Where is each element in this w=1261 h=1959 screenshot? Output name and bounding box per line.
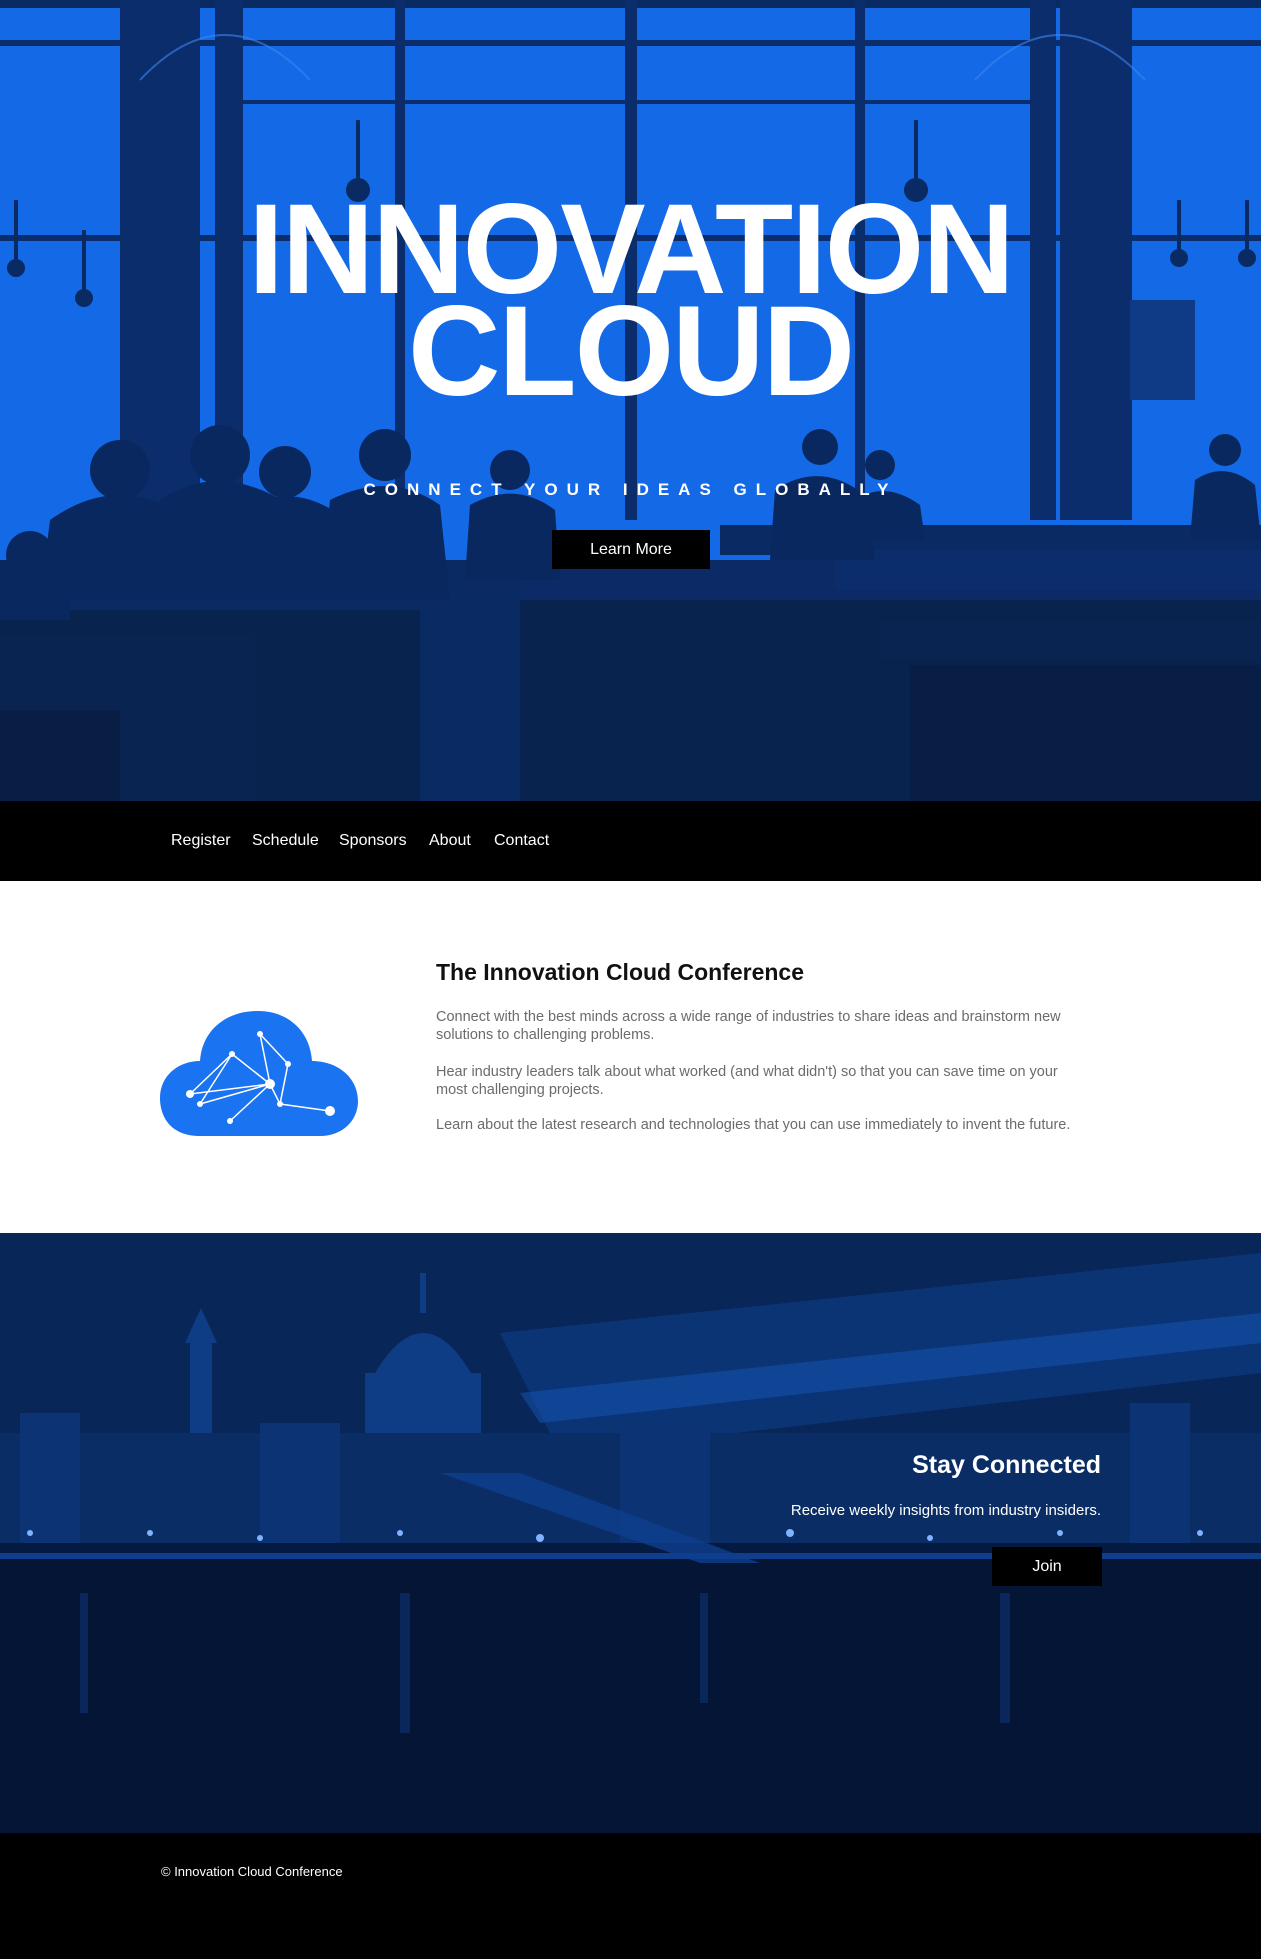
footer: © Innovation Cloud Conference xyxy=(0,1833,1261,1959)
stay-connected-subtext: Receive weekly insights from industry in… xyxy=(790,1502,1101,1519)
about-paragraph: Connect with the best minds across a wid… xyxy=(436,1009,1061,1043)
hero-section: INNOVATION CLOUD CONNECT YOUR IDEAS GLOB… xyxy=(0,0,1261,801)
main-nav: Register Schedule Sponsors About Contact xyxy=(0,801,1261,881)
cloud-network-icon xyxy=(160,1011,358,1136)
nav-item-schedule[interactable]: Schedule xyxy=(252,801,319,881)
nav-item-sponsors[interactable]: Sponsors xyxy=(339,801,407,881)
about-heading: The Innovation Cloud Conference xyxy=(436,959,805,985)
hero-tagline: CONNECT YOUR IDEAS GLOBALLY xyxy=(363,480,898,499)
learn-more-button[interactable]: Learn More xyxy=(552,530,710,569)
nav-item-register[interactable]: Register xyxy=(171,801,231,881)
join-button[interactable]: Join xyxy=(992,1547,1102,1586)
about-paragraph: Hear industry leaders talk about what wo… xyxy=(436,1064,1058,1098)
nav-item-about[interactable]: About xyxy=(429,801,471,881)
footer-copyright: © Innovation Cloud Conference xyxy=(161,1864,343,1879)
nav-item-contact[interactable]: Contact xyxy=(494,801,549,881)
about-paragraph: Learn about the latest research and tech… xyxy=(436,1117,1071,1133)
stay-connected-section: Stay Connected Receive weekly insights f… xyxy=(0,1233,1261,1833)
city-background-image xyxy=(0,1233,1261,1833)
stay-connected-heading: Stay Connected xyxy=(912,1451,1101,1479)
about-section: The Innovation Cloud Conference Connect … xyxy=(0,881,1261,1233)
hero-title-line2: CLOUD xyxy=(407,280,855,423)
